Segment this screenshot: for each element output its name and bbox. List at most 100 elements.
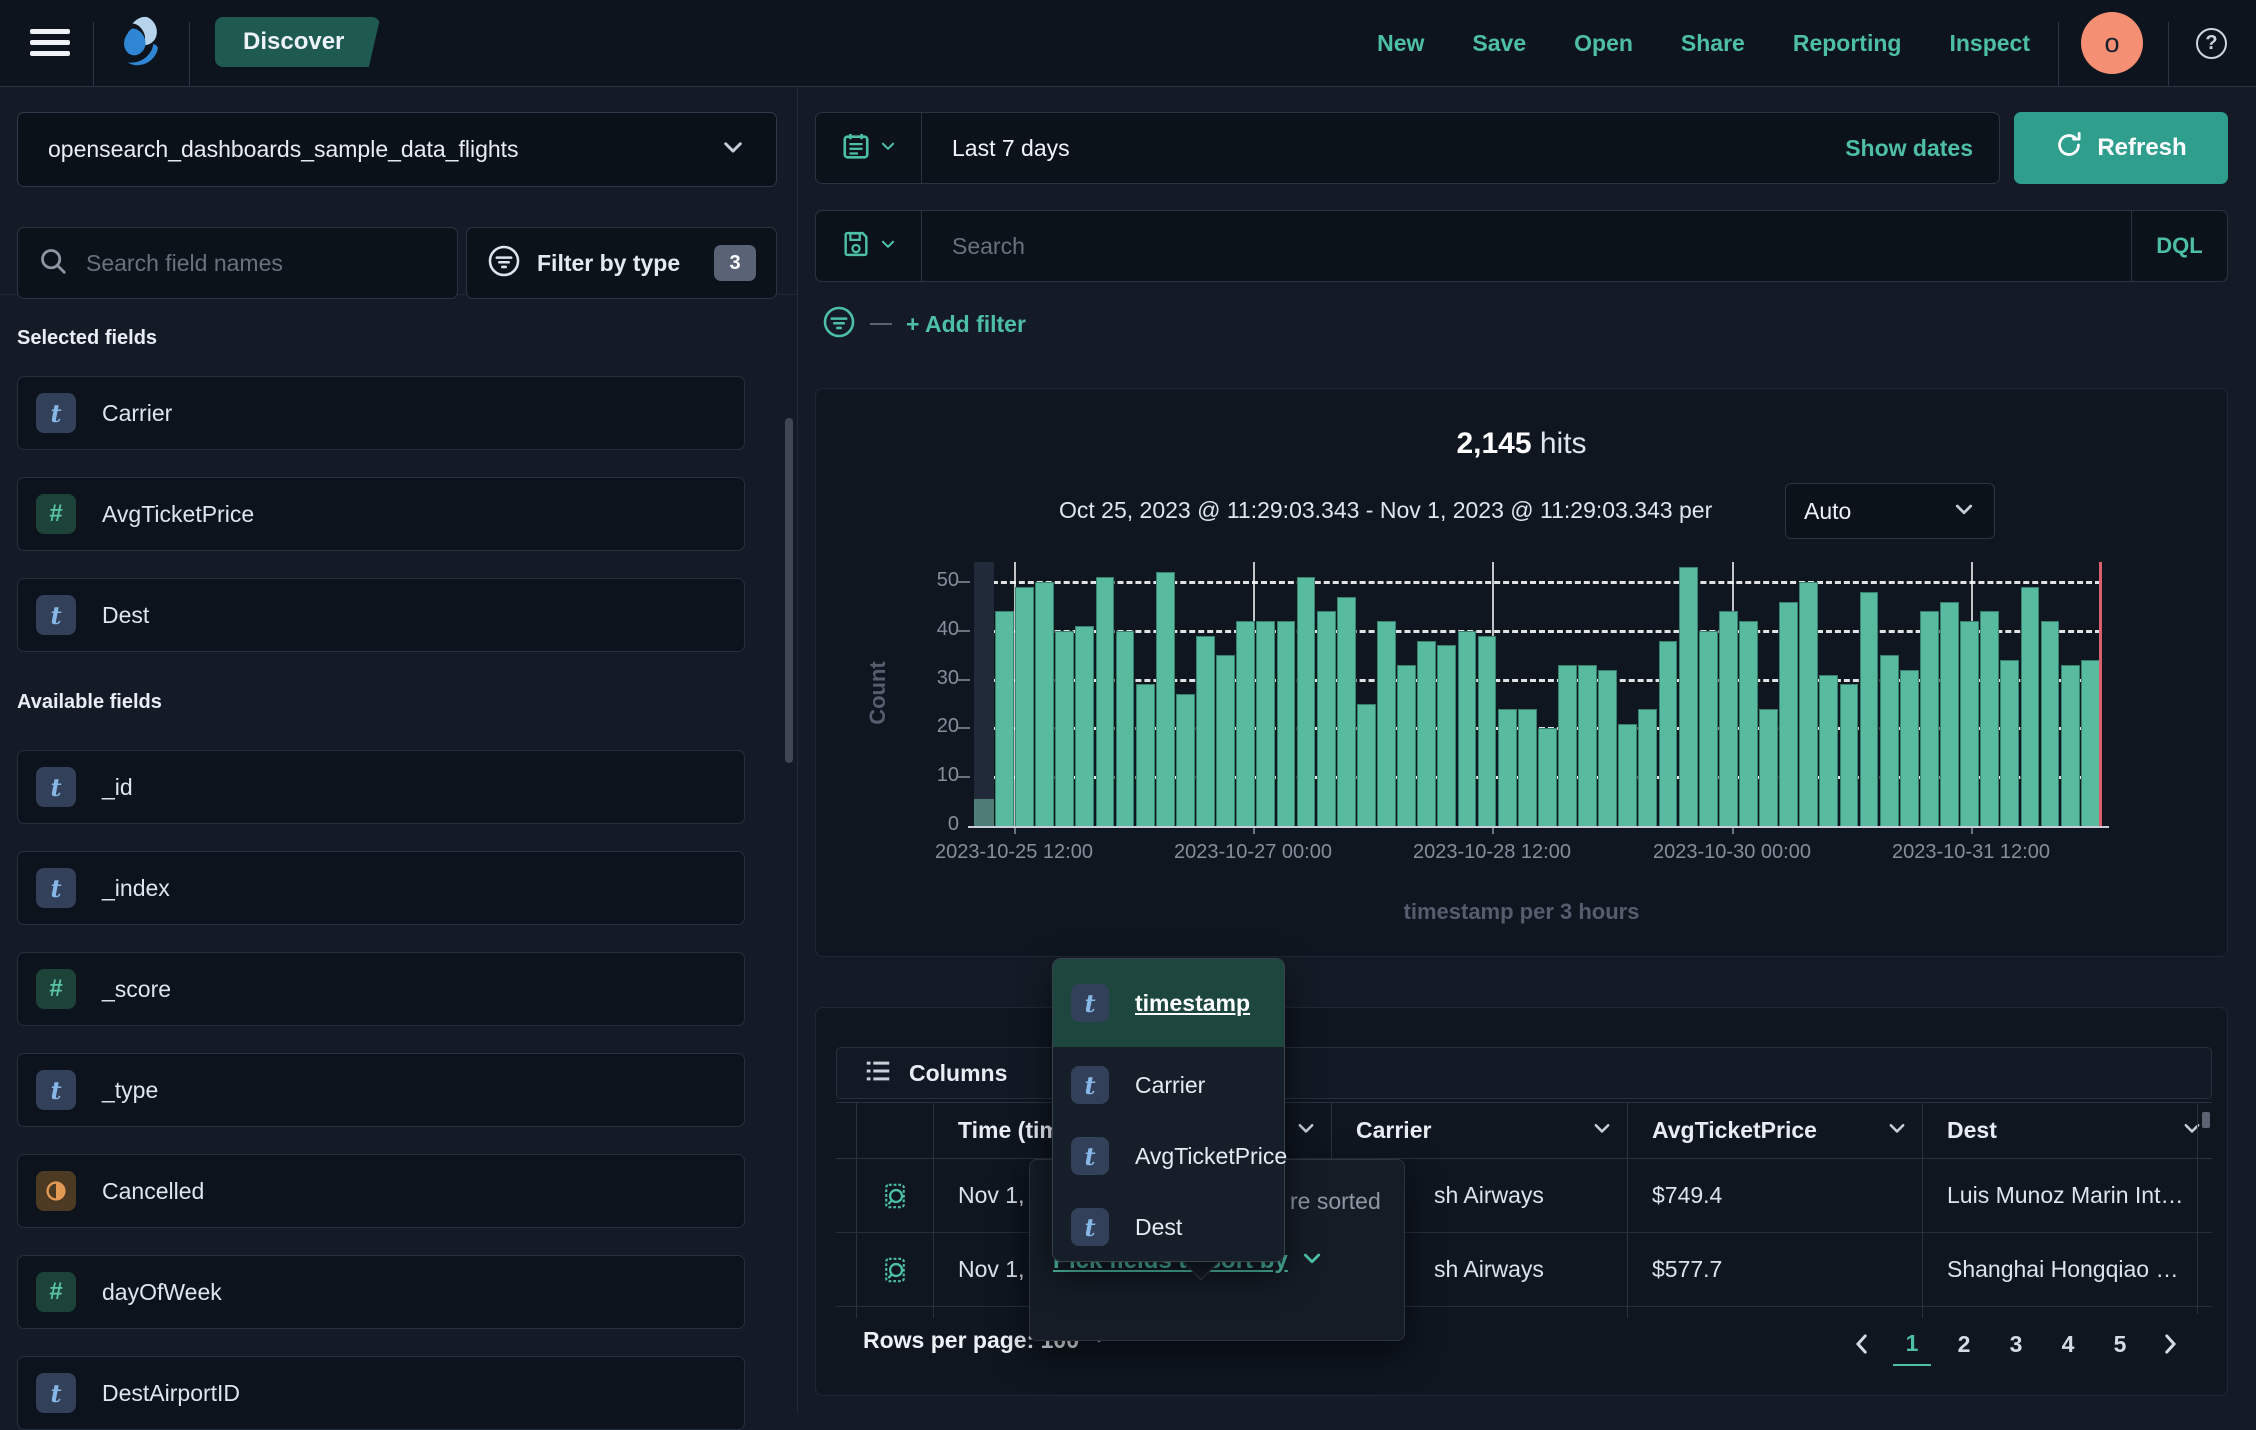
- search-query-input[interactable]: Search: [922, 233, 2131, 260]
- field-item-AvgTicketPrice[interactable]: #AvgTicketPrice: [17, 477, 745, 551]
- histogram-bar[interactable]: [1779, 602, 1798, 826]
- histogram-bar[interactable]: [1840, 684, 1859, 826]
- sidebar-scrollbar[interactable]: [785, 418, 793, 763]
- popup-field-carrier[interactable]: tCarrier: [1053, 1057, 1284, 1113]
- histogram-bar[interactable]: [1156, 572, 1175, 826]
- saved-queries-button[interactable]: [816, 211, 922, 281]
- histogram-bar[interactable]: [1920, 611, 1939, 826]
- field-search-input[interactable]: Search field names: [17, 227, 458, 299]
- page-button-1[interactable]: 1: [1893, 1322, 1931, 1366]
- histogram-bar[interactable]: [1659, 641, 1678, 826]
- chevron-down-icon[interactable]: [1295, 1117, 1317, 1145]
- histogram-bar[interactable]: [2081, 660, 2100, 826]
- nav-link-new[interactable]: New: [1377, 30, 1424, 57]
- histogram-bar[interactable]: [2061, 665, 2080, 826]
- table-header-avgticketprice[interactable]: AvgTicketPrice: [1627, 1103, 1922, 1158]
- histogram-bar[interactable]: [1256, 621, 1275, 826]
- filter-by-type-button[interactable]: Filter by type 3: [466, 227, 777, 299]
- refresh-button[interactable]: Refresh: [2014, 112, 2228, 184]
- histogram-bar[interactable]: [1558, 665, 1577, 826]
- histogram-bar[interactable]: [1518, 709, 1537, 826]
- menu-hamburger-icon[interactable]: [30, 29, 70, 57]
- col-expand-cell[interactable]: [856, 1159, 933, 1232]
- breadcrumb-app-badge[interactable]: Discover: [215, 17, 380, 67]
- partial-leading-bar[interactable]: [974, 799, 994, 826]
- page-button-4[interactable]: 4: [2049, 1322, 2087, 1366]
- field-item-_index[interactable]: t_index: [17, 851, 745, 925]
- histogram-bar[interactable]: [2041, 621, 2060, 826]
- histogram-bar[interactable]: [1679, 567, 1698, 826]
- histogram-bar[interactable]: [1417, 641, 1436, 826]
- histogram-bar[interactable]: [1799, 582, 1818, 826]
- histogram-bar[interactable]: [1880, 655, 1899, 826]
- histogram-bar[interactable]: [1055, 631, 1074, 826]
- field-item-Cancelled[interactable]: Cancelled: [17, 1154, 745, 1228]
- histogram-bar[interactable]: [995, 611, 1014, 826]
- add-filter-button[interactable]: + Add filter: [906, 311, 1026, 338]
- nav-link-reporting[interactable]: Reporting: [1793, 30, 1902, 57]
- histogram-bar[interactable]: [1236, 621, 1255, 826]
- histogram-bar[interactable]: [1216, 655, 1235, 826]
- next-page-button[interactable]: [2153, 1322, 2187, 1366]
- table-header-carrier[interactable]: Carrier: [1331, 1103, 1627, 1158]
- histogram-bar[interactable]: [1739, 621, 1758, 826]
- opensearch-logo-icon[interactable]: [112, 14, 170, 72]
- histogram-bar[interactable]: [1437, 645, 1456, 826]
- quick-select-date-button[interactable]: [816, 113, 922, 183]
- nav-link-save[interactable]: Save: [1472, 30, 1526, 57]
- page-button-5[interactable]: 5: [2101, 1322, 2139, 1366]
- histogram-bar[interactable]: [1176, 694, 1195, 826]
- histogram-bar[interactable]: [1277, 621, 1296, 826]
- interval-select[interactable]: Auto: [1785, 483, 1995, 539]
- histogram-bar[interactable]: [1759, 709, 1778, 826]
- histogram-bar[interactable]: [1538, 728, 1557, 826]
- histogram-bar[interactable]: [1297, 577, 1316, 826]
- histogram-bar[interactable]: [1719, 611, 1738, 826]
- histogram-bar[interactable]: [1860, 592, 1879, 826]
- query-language-button[interactable]: DQL: [2131, 211, 2227, 281]
- field-item-_score[interactable]: #_score: [17, 952, 745, 1026]
- previous-page-button[interactable]: [1845, 1322, 1879, 1366]
- nav-link-inspect[interactable]: Inspect: [1949, 30, 2030, 57]
- field-item-Dest[interactable]: tDest: [17, 578, 745, 652]
- histogram-bar[interactable]: [1498, 709, 1517, 826]
- table-header-dest[interactable]: Dest: [1922, 1103, 2217, 1158]
- popup-field-avgticketprice[interactable]: tAvgTicketPrice: [1053, 1128, 1284, 1184]
- help-icon[interactable]: ?: [2196, 28, 2227, 59]
- histogram-bar[interactable]: [1819, 675, 1838, 826]
- histogram-bar[interactable]: [1357, 704, 1376, 826]
- time-range-value[interactable]: Last 7 days: [922, 135, 1845, 162]
- histogram-bar[interactable]: [1035, 582, 1054, 826]
- histogram-bar[interactable]: [1136, 684, 1155, 826]
- histogram-bar[interactable]: [1940, 602, 1959, 826]
- histogram-bar[interactable]: [1618, 724, 1637, 826]
- chevron-down-icon[interactable]: [1886, 1117, 1908, 1145]
- histogram-bar[interactable]: [2021, 587, 2040, 826]
- histogram-bar[interactable]: [1196, 636, 1215, 826]
- histogram-bar[interactable]: [1377, 621, 1396, 826]
- page-button-2[interactable]: 2: [1945, 1322, 1983, 1366]
- histogram-bar[interactable]: [1337, 597, 1356, 826]
- histogram-bar[interactable]: [1116, 631, 1135, 826]
- histogram-bar[interactable]: [1578, 665, 1597, 826]
- field-item-dayOfWeek[interactable]: #dayOfWeek: [17, 1255, 745, 1329]
- histogram-bar[interactable]: [1638, 709, 1657, 826]
- index-pattern-select[interactable]: opensearch_dashboards_sample_data_flight…: [17, 112, 777, 187]
- columns-button[interactable]: Columns: [909, 1060, 1007, 1087]
- histogram-bar[interactable]: [1075, 626, 1094, 826]
- popup-field-dest[interactable]: tDest: [1053, 1199, 1284, 1255]
- histogram-bar[interactable]: [2000, 660, 2019, 826]
- show-dates-button[interactable]: Show dates: [1845, 135, 1999, 162]
- histogram-bar[interactable]: [1015, 587, 1034, 826]
- nav-link-open[interactable]: Open: [1574, 30, 1633, 57]
- user-avatar[interactable]: o: [2081, 12, 2143, 74]
- histogram-bar[interactable]: [1397, 665, 1416, 826]
- histogram-bar[interactable]: [1478, 636, 1497, 826]
- histogram-bar[interactable]: [1960, 621, 1979, 826]
- col-expand-cell[interactable]: [856, 1233, 933, 1306]
- field-item-DestAirportID[interactable]: tDestAirportID: [17, 1356, 745, 1430]
- nav-link-share[interactable]: Share: [1681, 30, 1745, 57]
- histogram-bar[interactable]: [1900, 670, 1919, 826]
- histogram-bar[interactable]: [1096, 577, 1115, 826]
- chevron-down-icon[interactable]: [1591, 1117, 1613, 1145]
